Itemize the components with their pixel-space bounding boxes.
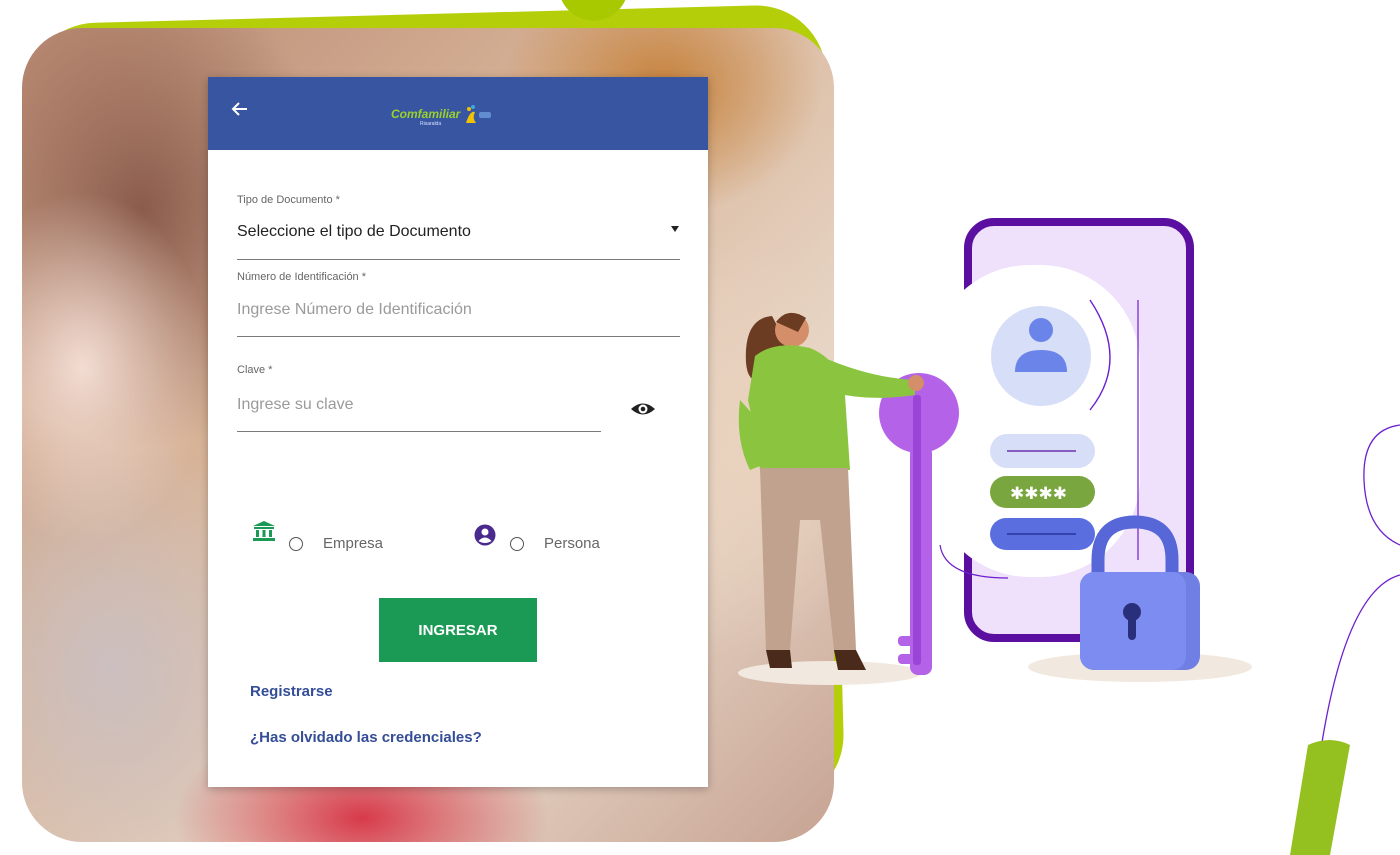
right-accent-shape: [1290, 740, 1350, 855]
password-mask: ✱✱✱✱: [1010, 484, 1067, 504]
floor-shadow-left: [738, 661, 922, 685]
right-circle-line: [1363, 424, 1400, 546]
woman-character: [738, 312, 924, 670]
right-stem-line: [1319, 574, 1400, 756]
login-illustration: ✱✱✱✱: [738, 218, 1400, 855]
avatar-icon: [991, 306, 1091, 406]
